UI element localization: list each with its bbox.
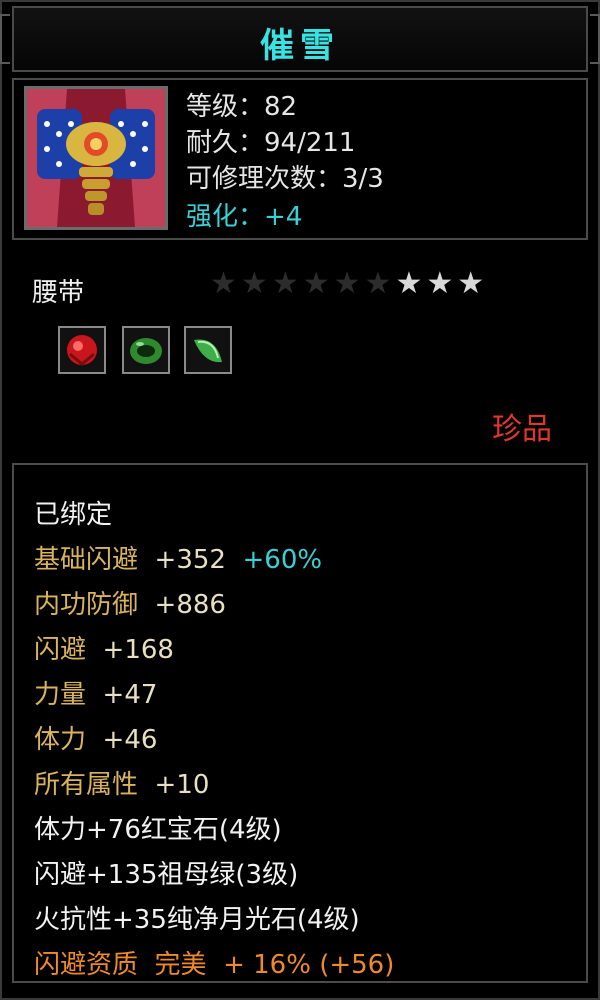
attr-value: +352 [154,545,226,575]
star-icon: ★ [210,266,241,301]
gem-bonus-ruby: 体力+76红宝石(4级) [34,815,282,845]
star-rating: ★★★★★★★★★ [210,266,488,301]
attr-label: 内功防御 [34,590,139,620]
attr-value: +886 [154,590,226,620]
quality-grade: 完美 [154,950,207,980]
star-icon: ★ [333,266,365,301]
star-icon: ★ [302,266,334,301]
attr-label: 体力 [34,725,87,755]
attr-label: 基础闪避 [34,545,139,575]
quality-row: 闪避资质 完美 + 16% (+56) [34,944,394,981]
attr-bonus: +60% [242,545,323,575]
title-bar: 催雪 [0,6,600,72]
attr-value: +46 [102,725,158,755]
star-icon: ★ [271,266,303,301]
star-icon: ★ [240,266,272,301]
level-text: 等级：82 [186,92,298,122]
attr-value: +47 [102,680,158,710]
base-dodge-row: 基础闪避 +352 +60% [34,539,322,576]
star-icon: ★ [395,266,427,301]
item-type: 腰带 [32,278,85,308]
item-name: 催雪 [260,26,340,66]
inner-defense-row: 内功防御 +886 [34,584,226,621]
repair-count-text: 可修理次数：3/3 [186,164,384,194]
dodge-row: 闪避 +168 [34,629,174,666]
star-icon: ★ [426,266,458,301]
attr-label: 闪避 [34,635,87,665]
moonstone-icon[interactable] [184,326,232,374]
rarity-label: 珍品 [492,412,552,447]
quality-value: + 16% (+56) [223,950,395,980]
ruby-icon[interactable] [58,326,106,374]
enhance-text: 强化：+4 [186,202,303,232]
emerald-icon[interactable] [122,326,170,374]
strength-row: 力量 +47 [34,674,157,711]
durability-text: 耐久：94/211 [186,128,356,158]
gem-bonus-emerald: 闪避+135祖母绿(3级) [34,860,299,890]
stamina-row: 体力 +46 [34,719,157,756]
attr-value: +168 [102,635,174,665]
gem-bonus-moonstone: 火抗性+35纯净月光石(4级) [34,905,360,935]
star-icon: ★ [457,266,489,301]
star-icon: ★ [364,266,396,301]
all-attributes-row: 所有属性 +10 [34,764,209,801]
quality-label: 闪避资质 [34,950,139,980]
attr-label: 力量 [34,680,87,710]
bound-status: 已绑定 [34,500,113,530]
attr-label: 所有属性 [34,770,139,800]
attr-value: +10 [154,770,210,800]
belt-icon [24,86,168,230]
